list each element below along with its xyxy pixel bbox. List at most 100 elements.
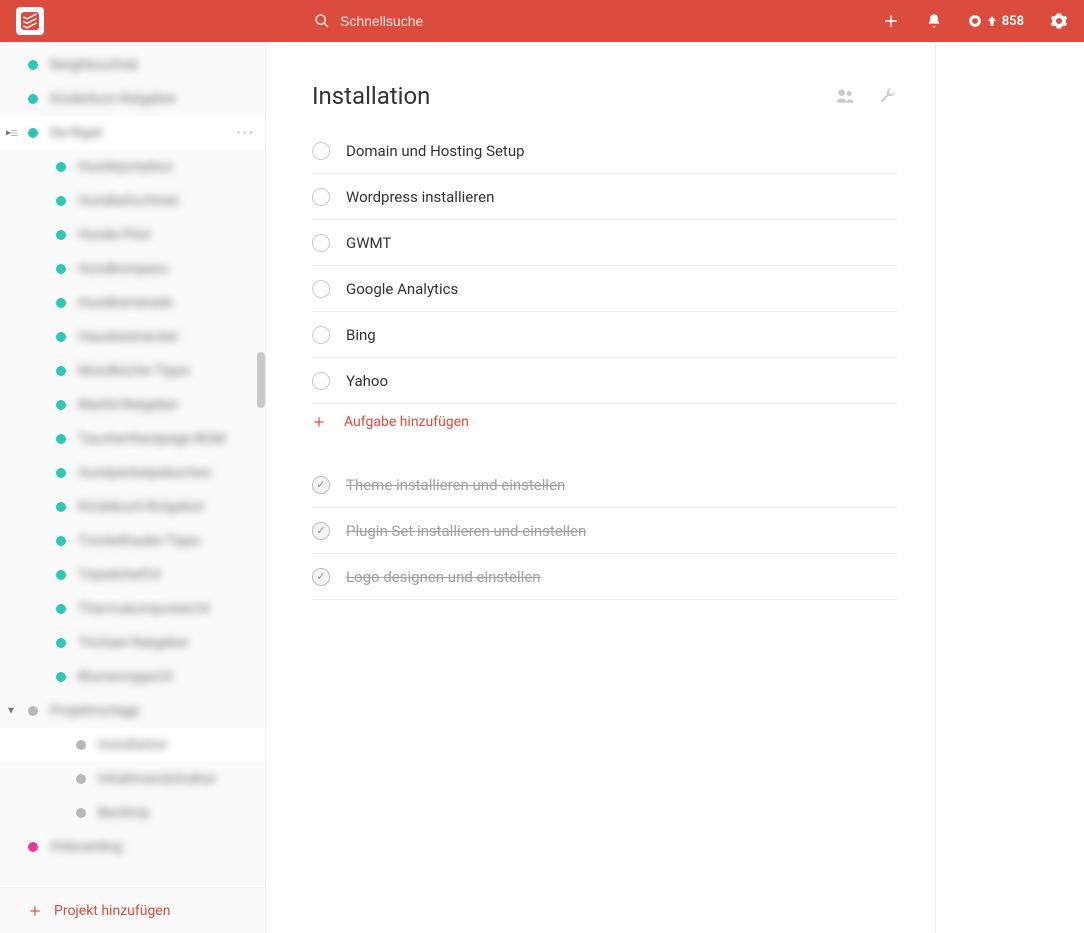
task-text: Theme installieren und einstellen — [346, 476, 565, 494]
sidebar-item-label: Aundyenhelpdeschen — [78, 465, 211, 481]
sidebar-item-label: Installation — [98, 737, 167, 753]
sidebar-item[interactable]: Thermokomposter24 — [0, 592, 265, 626]
task-text: Domain und Hosting Setup — [346, 142, 525, 160]
task-text: GWMT — [346, 234, 391, 252]
sidebar-item-label: Mundküche-Tipps — [78, 363, 189, 379]
sidebar-item-label: Inhaltmandstruktur — [98, 771, 217, 787]
sidebar-item[interactable]: Hundejumpbox — [0, 150, 265, 184]
plus-icon — [312, 415, 326, 429]
task-text: Logo designen und einstellen — [346, 568, 541, 586]
search-input[interactable] — [340, 13, 521, 29]
task-checkbox[interactable] — [312, 476, 330, 494]
task-row[interactable]: Yahoo — [312, 358, 897, 404]
search-icon — [314, 13, 330, 29]
project-color-dot — [56, 434, 66, 444]
sidebar-item[interactable]: Tripedchef24 — [0, 558, 265, 592]
project-color-dot — [56, 400, 66, 410]
bell-icon — [926, 13, 942, 29]
project-color-dot — [56, 298, 66, 308]
task-checkbox[interactable] — [312, 522, 330, 540]
karma-score[interactable]: 858 — [968, 14, 1024, 29]
plus-icon — [28, 904, 42, 918]
sidebar-item[interactable]: Hundbefuchtnet — [0, 184, 265, 218]
plus-icon — [882, 12, 900, 30]
gear-icon — [1050, 12, 1068, 30]
sidebar-item-label: Hundejumpbox — [78, 159, 173, 175]
project-color-dot — [28, 94, 38, 104]
sidebar-item[interactable]: Mundküche-Tipps — [0, 354, 265, 388]
task-checkbox[interactable] — [312, 234, 330, 252]
sidebar-item[interactable]: ▼Projektvorlage — [0, 694, 265, 728]
task-checkbox[interactable] — [312, 568, 330, 586]
add-project-button[interactable]: Projekt hinzufügen — [0, 887, 265, 933]
sidebar-item-label: Neighbourhub — [50, 57, 138, 73]
task-row[interactable]: Theme installieren und einstellen — [312, 462, 897, 508]
sidebar-item[interactable]: Marbit-Ratgeber — [0, 388, 265, 422]
sidebar-item[interactable]: Neighbourhub — [0, 48, 265, 82]
add-task-label: Aufgabe hinzufügen — [344, 414, 469, 430]
settings-button[interactable] — [1050, 12, 1068, 30]
project-color-dot — [56, 332, 66, 342]
project-color-dot — [28, 60, 38, 70]
task-checkbox[interactable] — [312, 372, 330, 390]
task-text: Bing — [346, 326, 376, 344]
task-text: Yahoo — [346, 372, 388, 390]
sidebar-item[interactable]: Backtrip — [0, 796, 265, 830]
sidebar-item[interactable]: Hunde-Pilot — [0, 218, 265, 252]
project-color-dot — [56, 230, 66, 240]
sidebar-item-label: Onboarding — [50, 839, 122, 855]
top-actions: 858 — [882, 12, 1068, 30]
sidebar-item[interactable]: Tauchertherapage-BGM — [0, 422, 265, 456]
project-color-dot — [56, 264, 66, 274]
sidebar-item[interactable]: Installation — [0, 728, 265, 762]
sidebar-item-label: Hundbefuchtnet — [78, 193, 179, 209]
sidebar-item[interactable]: Onboarding — [0, 830, 265, 864]
project-color-dot — [56, 570, 66, 580]
chevron-down-icon[interactable]: ▼ — [6, 706, 16, 717]
sidebar-item-label: Trockelhaube-Tipps — [78, 533, 200, 549]
notifications-button[interactable] — [926, 13, 942, 29]
sidebar-item[interactable]: Kindekuch-Rutgebot — [0, 490, 265, 524]
add-task-button[interactable]: Aufgabe hinzufügen — [312, 404, 897, 454]
todoist-logo-icon — [21, 12, 39, 30]
sidebar: Neighbourhub Kinderkurs-Ratgeber▸≡De-Rigi… — [0, 42, 266, 933]
project-color-dot — [56, 196, 66, 206]
task-row[interactable]: Wordpress installieren — [312, 174, 897, 220]
task-row[interactable]: Bing — [312, 312, 897, 358]
sidebar-item[interactable]: Blumenrippe24 — [0, 660, 265, 694]
sidebar-scrollbar[interactable] — [257, 352, 265, 408]
sidebar-item[interactable]: Hundkamerade — [0, 286, 265, 320]
project-color-dot — [56, 604, 66, 614]
project-color-dot — [76, 740, 86, 750]
project-color-dot — [76, 774, 86, 784]
project-color-dot — [56, 502, 66, 512]
task-row[interactable]: GWMT — [312, 220, 897, 266]
task-row[interactable]: Logo designen und einstellen — [312, 554, 897, 600]
more-options-icon[interactable]: ··· — [236, 125, 255, 141]
sidebar-item[interactable]: Kinderkurs-Ratgeber — [0, 82, 265, 116]
sidebar-item[interactable]: Inhaltmandstruktur — [0, 762, 265, 796]
sidebar-item[interactable]: Trockelhaube-Tipps — [0, 524, 265, 558]
task-text: Plugin Set installieren und einstellen — [346, 522, 586, 540]
share-project-button[interactable] — [835, 86, 855, 106]
task-checkbox[interactable] — [312, 188, 330, 206]
app-logo[interactable] — [16, 7, 44, 35]
task-row[interactable]: Google Analytics — [312, 266, 897, 312]
task-row[interactable]: Domain und Hosting Setup — [312, 128, 897, 174]
sidebar-item[interactable]: Hausbestnecker — [0, 320, 265, 354]
people-icon — [835, 86, 855, 106]
task-checkbox[interactable] — [312, 280, 330, 298]
sidebar-item-label: Kindekuch-Rutgebot — [78, 499, 204, 515]
task-checkbox[interactable] — [312, 326, 330, 344]
sidebar-item-label: Tauchertherapage-BGM — [78, 431, 225, 447]
search-box[interactable] — [314, 13, 862, 29]
sidebar-item[interactable]: ▸≡De-Rigid··· — [0, 116, 265, 150]
sidebar-item[interactable]: Hundkompass — [0, 252, 265, 286]
drag-handle-icon[interactable]: ≡ — [10, 125, 18, 142]
task-row[interactable]: Plugin Set installieren und einstellen — [312, 508, 897, 554]
sidebar-item[interactable]: Trichaer-Ratgeber — [0, 626, 265, 660]
sidebar-item[interactable]: Aundyenhelpdeschen — [0, 456, 265, 490]
add-task-button[interactable] — [882, 12, 900, 30]
task-checkbox[interactable] — [312, 142, 330, 160]
project-settings-button[interactable] — [877, 86, 897, 106]
